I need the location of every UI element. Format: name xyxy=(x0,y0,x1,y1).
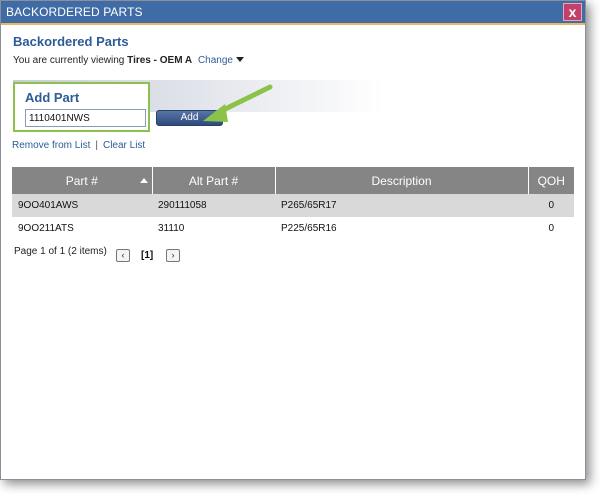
cell-qoh: 0 xyxy=(548,223,554,234)
column-header-part[interactable]: Part # xyxy=(12,167,153,194)
column-header-description[interactable]: Description xyxy=(275,167,529,194)
cell-description: P265/65R17 xyxy=(275,194,528,217)
table-row[interactable]: 9OO211ATS 31110 P225/65R16 0 xyxy=(12,217,574,240)
column-header-alt-part[interactable]: Alt Part # xyxy=(152,167,276,194)
cell-part: 9OO211ATS xyxy=(18,223,74,234)
table-header-row: Part # Alt Part # Description QOH xyxy=(12,167,574,194)
backordered-parts-dialog: BACKORDERED PARTS x Backordered Parts Yo… xyxy=(0,0,586,480)
column-header-qoh[interactable]: QOH xyxy=(528,167,574,194)
previous-page-icon[interactable]: ‹ xyxy=(116,249,130,262)
next-page-icon[interactable]: › xyxy=(166,249,180,262)
viewing-value: Tires - OEM A xyxy=(127,55,193,66)
column-header-part-label[interactable]: Part # xyxy=(66,174,98,188)
window-title: BACKORDERED PARTS xyxy=(1,1,585,23)
change-link[interactable]: Change xyxy=(198,55,244,66)
cell-qoh: 0 xyxy=(528,194,574,217)
table-row[interactable]: 9OO401AWS 290111058 P265/65R17 0 xyxy=(12,194,574,217)
link-separator: | xyxy=(95,140,98,151)
pager-summary: Page 1 of 1 (2 items) xyxy=(14,246,107,257)
viewing-prefix: You are currently viewing xyxy=(13,55,125,66)
sort-ascending-icon[interactable] xyxy=(139,178,148,183)
part-number-input[interactable] xyxy=(25,109,146,127)
close-button[interactable]: x xyxy=(563,3,582,21)
green-arrow-icon xyxy=(203,84,273,122)
list-actions: Remove from List | Clear List xyxy=(12,140,145,151)
cell-alt-part: 31110 xyxy=(158,223,185,234)
cell-part: 9OO401AWS xyxy=(12,194,152,217)
parts-table: Part # Alt Part # Description QOH 9OO401… xyxy=(12,167,574,240)
add-part-title: Add Part xyxy=(25,90,80,105)
current-page[interactable]: [1] xyxy=(141,250,153,261)
change-label[interactable]: Change xyxy=(198,55,233,66)
cell-description: P225/65R16 xyxy=(281,223,337,234)
caret-down-icon[interactable] xyxy=(235,57,244,62)
viewing-line: You are currently viewing Tires - OEM A … xyxy=(13,55,244,66)
remove-from-list-link[interactable]: Remove from List xyxy=(12,140,90,151)
title-divider xyxy=(1,23,585,25)
clear-list-link[interactable]: Clear List xyxy=(103,140,145,151)
cell-alt-part: 290111058 xyxy=(152,194,275,217)
page-title: Backordered Parts xyxy=(13,34,129,49)
